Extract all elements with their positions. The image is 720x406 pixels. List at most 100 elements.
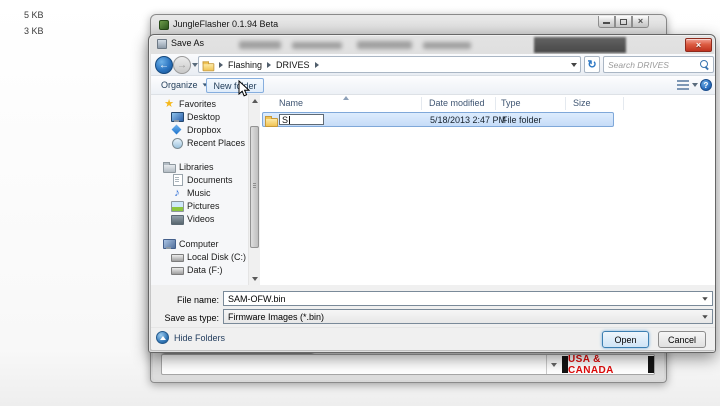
close-button[interactable]: × <box>632 16 649 28</box>
sidebar-item-local-disk-c[interactable]: Local Disk (C:) <box>171 250 246 263</box>
sidebar-group-label: Libraries <box>179 161 214 172</box>
open-button[interactable]: Open <box>602 331 649 348</box>
new-folder-label: New folder <box>213 80 257 91</box>
desktop-icon <box>171 111 184 123</box>
collapse-icon <box>156 331 169 344</box>
sidebar-item-desktop[interactable]: Desktop <box>171 110 220 123</box>
filename-fields: File name: SAM-OFW.bin Save as type: Fir… <box>151 285 715 327</box>
jungleflasher-window-title: JungleFlasher 0.1.94 Beta <box>173 19 279 29</box>
cancel-button[interactable]: Cancel <box>658 331 706 348</box>
maximize-button[interactable] <box>615 16 632 28</box>
column-header-size[interactable]: Size <box>573 98 591 108</box>
chevron-down-icon <box>702 296 708 301</box>
sidebar-item-documents[interactable]: Documents <box>171 173 233 186</box>
new-folder-name-input[interactable]: S <box>279 114 324 125</box>
breadcrumb-separator-icon <box>267 61 272 68</box>
maximize-icon <box>620 18 627 25</box>
arrow-up-icon <box>252 99 258 103</box>
change-view-button[interactable] <box>677 80 698 90</box>
music-icon: ♪ <box>174 186 180 199</box>
breadcrumb-item-flashing[interactable]: Flashing <box>228 60 262 70</box>
column-separator[interactable] <box>565 97 566 110</box>
help-icon: ? <box>703 80 709 90</box>
column-header-date-modified[interactable]: Date modified <box>429 98 485 108</box>
minimize-button[interactable] <box>598 16 615 28</box>
star-icon: ★ <box>164 97 174 110</box>
scrollbar-thumb[interactable] <box>250 126 259 248</box>
breadcrumb-separator-icon <box>314 61 319 68</box>
region-sticker: USA & CANADA <box>562 353 654 376</box>
breadcrumb[interactable]: Flashing DRIVES <box>198 56 581 73</box>
open-button-label: Open <box>614 334 637 345</box>
column-separator[interactable] <box>495 97 496 110</box>
chevron-down-icon <box>551 362 557 367</box>
sidebar-group-computer[interactable]: Computer <box>163 237 219 250</box>
videos-icon <box>171 213 184 225</box>
dialog-close-button[interactable]: × <box>685 38 712 52</box>
sidebar-item-recent-places[interactable]: Recent Places <box>171 136 245 149</box>
close-icon: × <box>695 39 702 50</box>
sidebar-item-label: Local Disk (C:) <box>187 251 247 262</box>
close-icon: × <box>637 16 644 26</box>
refresh-button[interactable]: ↻ <box>584 56 600 73</box>
save-as-type-combobox[interactable]: Firmware Images (*.bin) <box>223 309 713 324</box>
hide-folders-button[interactable]: Hide Folders <box>156 331 225 344</box>
sidebar-item-dropbox[interactable]: Dropbox <box>171 123 221 136</box>
dialog-footer: Hide Folders Open Cancel <box>151 327 715 350</box>
chevron-down-icon <box>692 83 698 87</box>
sidebar-group-libraries[interactable]: Libraries <box>163 160 214 173</box>
sidebar-item-label: Dropbox <box>187 124 222 135</box>
dropbox-icon <box>171 124 183 136</box>
file-size-label: 3 KB <box>24 26 44 36</box>
address-dropdown-icon[interactable] <box>571 62 577 67</box>
arrow-down-icon <box>252 277 258 281</box>
sidebar-item-videos[interactable]: Videos <box>171 212 214 225</box>
cancel-button-label: Cancel <box>667 334 696 345</box>
organize-menu-button[interactable]: Organize <box>161 80 208 90</box>
text-caret <box>289 115 291 124</box>
organize-label: Organize <box>161 80 198 90</box>
documents-icon <box>171 173 183 186</box>
table-row[interactable]: S 5/18/2013 2:47 PM File folder <box>262 112 614 127</box>
sidebar-item-label: Data (F:) <box>187 264 223 275</box>
hard-drive-icon <box>171 264 184 276</box>
breadcrumb-item-drives[interactable]: DRIVES <box>276 60 310 70</box>
save-as-dialog: Save As × ← → Flashing DRIVES ↻ Search D… <box>148 34 716 353</box>
file-name-label: File name: <box>176 295 219 305</box>
save-as-icon <box>157 39 167 49</box>
file-name-combobox[interactable]: SAM-OFW.bin <box>223 291 713 306</box>
recent-places-icon <box>171 137 183 149</box>
desktop-background: 5 KB 3 KB JungleFlasher 0.1.94 Beta × US… <box>0 0 720 406</box>
sidebar-group-favorites[interactable]: ★ Favorites <box>163 97 216 110</box>
new-folder-button[interactable]: New folder <box>206 78 264 93</box>
sidebar-group-label: Favorites <box>179 98 217 109</box>
sort-ascending-icon <box>343 96 349 100</box>
sidebar-item-data-f[interactable]: Data (F:) <box>171 263 223 276</box>
column-header-type[interactable]: Type <box>501 98 521 108</box>
file-name-value: SAM-OFW.bin <box>228 293 286 304</box>
combo-dropdown-button[interactable] <box>546 355 561 374</box>
glass-reflection <box>292 42 342 49</box>
search-icon <box>700 60 709 69</box>
sidebar-item-music[interactable]: ♪ Music <box>171 186 210 199</box>
window-controls: × <box>598 16 649 28</box>
back-button[interactable]: ← <box>155 56 173 74</box>
sticker-bar <box>648 356 654 373</box>
column-header-name[interactable]: Name <box>279 98 303 108</box>
mouse-cursor <box>238 80 250 97</box>
breadcrumb-separator-icon <box>219 61 223 68</box>
jungleflasher-output-panel: USA & CANADA <box>161 353 655 376</box>
help-button[interactable]: ? <box>700 79 712 91</box>
folder-icon <box>265 114 278 127</box>
sticker-label: USA & CANADA <box>568 353 614 376</box>
minimize-icon <box>603 22 610 24</box>
search-input[interactable] <box>608 59 700 70</box>
sidebar-item-label: Documents <box>187 174 233 185</box>
dialog-client-area: ← → Flashing DRIVES ↻ Search DRIVES Orga… <box>151 54 715 350</box>
column-separator[interactable] <box>623 97 624 110</box>
sidebar-item-pictures[interactable]: Pictures <box>171 199 220 212</box>
hard-drive-icon <box>171 251 184 263</box>
sidebar-scrollbar[interactable] <box>248 95 260 285</box>
forward-button[interactable]: → <box>173 56 191 74</box>
column-separator[interactable] <box>421 97 422 110</box>
